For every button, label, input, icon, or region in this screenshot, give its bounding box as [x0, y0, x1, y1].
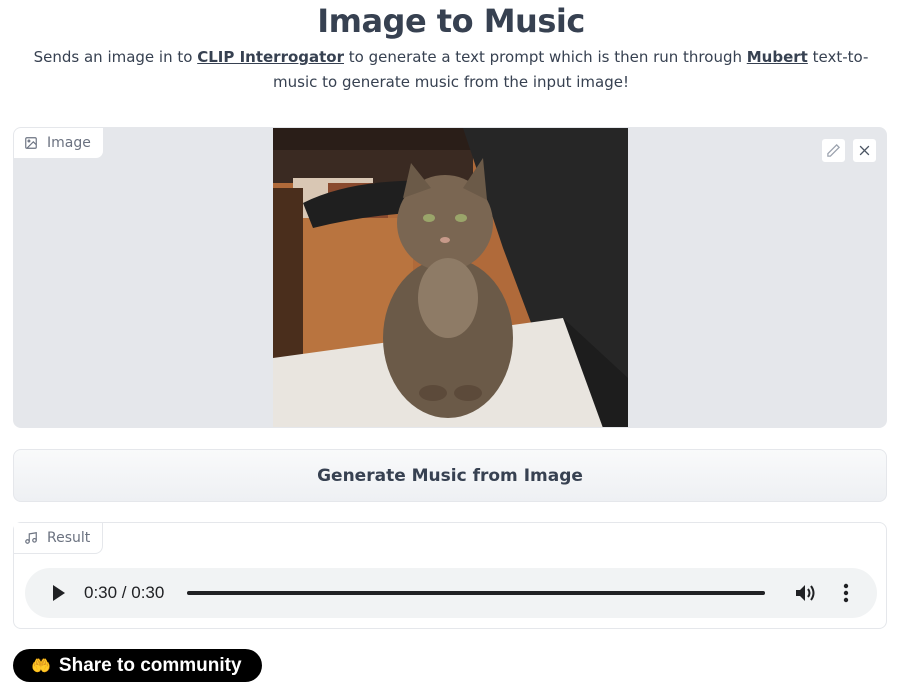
generate-music-button[interactable]: Generate Music from Image	[13, 449, 887, 502]
close-icon	[859, 145, 870, 156]
image-label-text: Image	[47, 135, 91, 151]
edit-image-button[interactable]	[821, 138, 846, 163]
pencil-icon	[827, 143, 841, 157]
description-text-1: Sends an image in to	[33, 48, 198, 66]
share-to-community-button[interactable]: 🤲 Share to community	[13, 649, 262, 682]
page-description: Sends an image in to CLIP Interrogator t…	[22, 45, 880, 95]
time-display: 0:30 / 0:30	[84, 583, 165, 602]
image-icon	[25, 137, 37, 149]
image-input-panel[interactable]: Image	[13, 127, 887, 428]
result-panel: Result 0:30 / 0:30	[13, 522, 887, 629]
audio-player[interactable]: 0:30 / 0:30	[25, 568, 877, 618]
description-text-2: to generate a text prompt which is then …	[344, 48, 747, 66]
result-label-text: Result	[47, 530, 91, 546]
seek-bar-progress	[187, 591, 765, 595]
share-button-label: Share to community	[58, 654, 242, 676]
result-panel-label: Result	[14, 523, 104, 554]
image-panel-label: Image	[14, 128, 104, 159]
clip-interrogator-link[interactable]: CLIP Interrogator	[197, 48, 344, 66]
page-title: Image to Music	[317, 2, 585, 40]
more-vertical-icon[interactable]	[840, 583, 852, 603]
share-hands-icon: 🤲	[31, 657, 51, 675]
seek-bar[interactable]	[187, 591, 765, 595]
volume-icon[interactable]	[795, 583, 817, 603]
play-icon[interactable]	[51, 584, 67, 602]
uploaded-cat-image	[273, 128, 628, 427]
music-note-icon	[25, 532, 37, 544]
mubert-link[interactable]: Mubert	[747, 48, 808, 66]
clear-image-button[interactable]	[852, 138, 877, 163]
